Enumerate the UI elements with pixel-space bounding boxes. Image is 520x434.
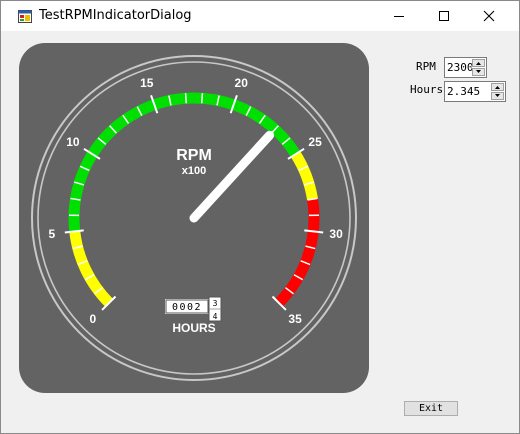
gauge-tick-label: 5 xyxy=(49,227,56,241)
rpm-spinbox[interactable]: 2300 xyxy=(444,57,487,78)
gauge-tick-label: 35 xyxy=(288,312,302,326)
maximize-button[interactable] xyxy=(421,1,467,31)
minimize-icon xyxy=(394,16,404,17)
gauge-tick-label: 30 xyxy=(329,227,343,241)
rpm-gauge: 0 5 10 15 20 25 30 35 RPM x100 0002 3 4 HOURS xyxy=(19,43,369,393)
gauge-tick-label: 20 xyxy=(235,76,249,90)
rpm-up-button[interactable] xyxy=(472,59,485,67)
arrow-down-icon xyxy=(495,94,500,97)
dialog-window: TestRPMIndicatorDialog 0 5 10 15 20 25 30 35 RP… xyxy=(0,0,520,434)
hours-spinbox[interactable]: 2.345 xyxy=(444,81,506,102)
arrow-down-icon xyxy=(476,70,481,73)
rpm-down-button[interactable] xyxy=(472,68,485,76)
odometer-digits: 0002 xyxy=(172,302,202,313)
gauge-tick-label: 25 xyxy=(308,135,322,149)
hours-label: Hours xyxy=(410,83,444,96)
app-icon xyxy=(18,10,32,23)
rpm-value-input[interactable]: 2300 xyxy=(447,61,472,74)
exit-button[interactable]: Exit xyxy=(404,401,458,416)
rpm-spin-buttons xyxy=(472,59,485,76)
odometer-fraction-top: 3 xyxy=(213,299,218,308)
close-icon xyxy=(483,10,495,22)
window-title: TestRPMIndicatorDialog xyxy=(39,8,192,23)
arrow-up-icon xyxy=(476,62,481,65)
gauge-minor-tick xyxy=(184,93,188,104)
gauge-tick-label: 10 xyxy=(66,135,80,149)
title-bar[interactable]: TestRPMIndicatorDialog xyxy=(1,1,519,31)
hours-down-button[interactable] xyxy=(491,92,504,100)
close-button[interactable] xyxy=(466,1,512,31)
arrow-up-icon xyxy=(495,86,500,89)
hours-value-input[interactable]: 2.345 xyxy=(447,85,491,98)
gauge-multiplier-label: x100 xyxy=(182,165,206,177)
gauge-tick-label: 0 xyxy=(90,312,97,326)
maximize-icon xyxy=(439,11,449,21)
gauge-hours-label: HOURS xyxy=(172,321,215,335)
odometer-fraction-bottom: 4 xyxy=(213,312,218,321)
minimize-button[interactable] xyxy=(376,1,422,31)
rpm-label: RPM xyxy=(416,60,436,73)
gauge-tick-label: 15 xyxy=(140,76,154,90)
rpm-gauge-svg: 0 5 10 15 20 25 30 35 RPM x100 0002 3 4 HOURS xyxy=(19,43,369,393)
hours-spin-buttons xyxy=(491,83,504,100)
hours-up-button[interactable] xyxy=(491,83,504,91)
gauge-minor-tick xyxy=(200,93,204,104)
gauge-rpm-label: RPM xyxy=(176,147,212,164)
